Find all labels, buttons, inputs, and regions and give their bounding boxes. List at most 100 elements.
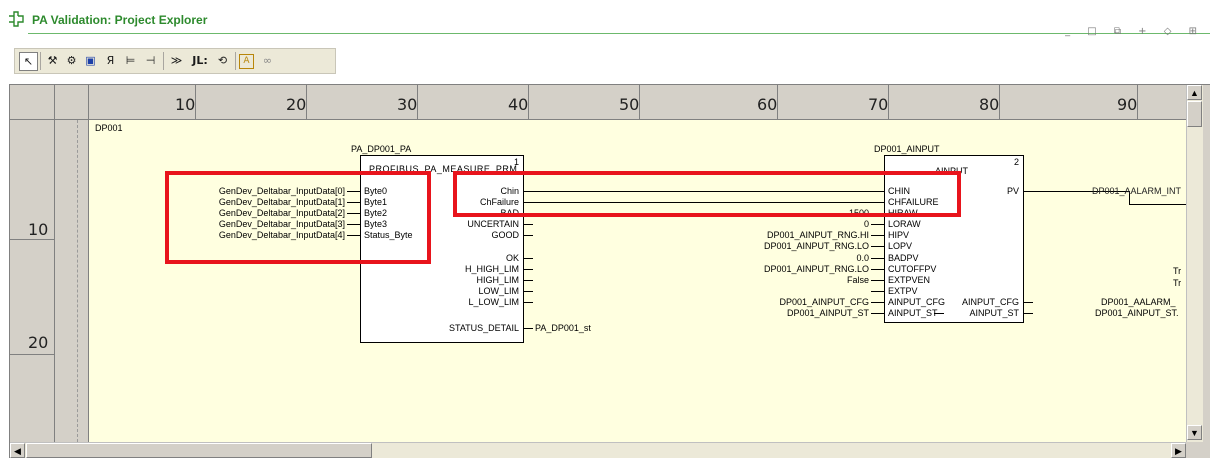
partial-label: Tr	[1173, 266, 1182, 276]
pin-label: LOPV	[888, 241, 913, 251]
variable-icon[interactable]: ⚙	[63, 52, 80, 69]
pin-label: LORAW	[888, 219, 921, 229]
wire	[523, 224, 533, 225]
ruler-tick	[10, 354, 54, 355]
wire	[523, 328, 533, 329]
scroll-left-icon[interactable]: ◀	[10, 443, 25, 458]
select-icon[interactable]: ↖	[19, 52, 38, 71]
pin-label: EXTPVEN	[888, 275, 931, 285]
wire	[523, 302, 533, 303]
highlight-box-inputs	[165, 171, 431, 264]
wire	[523, 269, 533, 270]
block2-instance-name: DP001_AINPUT	[874, 144, 940, 154]
pin-label: GOOD	[491, 230, 519, 240]
ruler-col-label: 50	[619, 95, 640, 114]
cfg-target-variable[interactable]: DP001_AALARM_	[1101, 297, 1176, 307]
scroll-thumb[interactable]	[1187, 101, 1202, 127]
pin-label: H_HIGH_LIM	[464, 264, 519, 274]
input-variable[interactable]: 0	[689, 219, 869, 229]
pin-label: HIPV	[888, 230, 910, 240]
ruler-corner	[55, 85, 89, 120]
wire	[1129, 204, 1186, 205]
wire	[523, 258, 533, 259]
project-explorer-icon	[7, 10, 25, 28]
return-icon[interactable]: ⟲	[214, 52, 231, 69]
ruler-tick	[10, 239, 54, 240]
scroll-right-icon[interactable]: ▶	[1171, 443, 1186, 458]
ruler-col-label: 30	[397, 95, 418, 114]
horizontal-scrollbar[interactable]: ◀ ▶	[10, 442, 1186, 458]
pin-label: CUTOFFPV	[888, 264, 937, 274]
row-gutter	[55, 120, 89, 442]
wire	[871, 258, 885, 259]
pin-label: L_LOW_LIM	[468, 297, 519, 307]
block1-instance-name: PA_DP001_PA	[351, 144, 412, 154]
wire	[1023, 302, 1033, 303]
input-variable[interactable]: DP001_AINPUT_RNG.LO	[689, 264, 869, 274]
scroll-up-icon[interactable]: ▲	[1187, 85, 1202, 100]
ruler-corner	[10, 85, 55, 120]
fbd-canvas[interactable]: DP001 PA_DP001_PA 1 PROFIBUS_PA_MEASURE_…	[89, 120, 1186, 442]
partial-label: Tr	[1173, 278, 1182, 288]
ruler-col-label: 90	[1117, 95, 1138, 114]
highlight-box-chin	[453, 171, 961, 217]
wire	[871, 313, 885, 314]
ruler-col-label: 10	[175, 95, 196, 114]
input-variable[interactable]: DP001_AINPUT_ST	[689, 308, 869, 318]
ruler-col-label: 60	[757, 95, 778, 114]
ruler-col-label: 40	[508, 95, 529, 114]
ruler-col-label: 20	[286, 95, 307, 114]
pin-label: UNCERTAIN	[467, 219, 519, 229]
pin-label: STATUS_DETAIL	[448, 323, 519, 333]
scroll-down-icon[interactable]: ▼	[1187, 425, 1202, 440]
wire	[1023, 313, 1033, 314]
pin-label: AINPUT_CFG	[961, 297, 1019, 307]
block-icon[interactable]: ▣	[82, 52, 99, 69]
ruler-row-label: 20	[28, 333, 49, 352]
wire	[523, 280, 533, 281]
input-variable[interactable]: DP001_AINPUT_RNG.LO	[689, 241, 869, 251]
toolbar-separator	[40, 52, 41, 70]
toolbar-separator	[235, 52, 236, 70]
section-label: DP001	[95, 123, 123, 133]
pv-target-variable[interactable]: DP001_AALARM_INT	[1092, 186, 1181, 196]
wire	[934, 313, 944, 314]
ruler-col-label: 70	[868, 95, 889, 114]
column-ruler: 10 20 30 40 50 60 70 80 90	[89, 85, 1186, 120]
wire	[871, 235, 885, 236]
jump-icon[interactable]: ≫	[168, 52, 185, 69]
input-variable[interactable]: 0.0	[689, 253, 869, 263]
text-icon[interactable]: A	[239, 54, 254, 69]
pin-label: LOW_LIM	[478, 286, 519, 296]
pin-label: OK	[505, 253, 519, 263]
sr-icon[interactable]: Я	[102, 52, 119, 69]
scroll-thumb[interactable]	[26, 443, 372, 458]
connect-icon[interactable]: ⚒	[44, 52, 61, 69]
input-variable[interactable]: False	[689, 275, 869, 285]
gutter-line	[77, 120, 78, 442]
wire	[871, 280, 885, 281]
glasses-icon[interactable]: ∞	[259, 52, 276, 69]
vertical-scrollbar[interactable]: ▲ ▼	[1186, 85, 1203, 442]
input-variable[interactable]: DP001_AINPUT_CFG	[689, 297, 869, 307]
wire	[523, 235, 533, 236]
row-ruler: 10 20	[10, 120, 55, 442]
ruler-row-label: 10	[28, 220, 49, 239]
block-number: 2	[1013, 157, 1019, 167]
window-title: PA Validation: Project Explorer	[32, 13, 208, 27]
input-variable[interactable]: DP001_AINPUT_RNG.HI	[689, 230, 869, 240]
wire	[871, 302, 885, 303]
wire	[871, 224, 885, 225]
contact-icon[interactable]: ⊣	[142, 52, 159, 69]
link-icon[interactable]: ⊨	[122, 52, 139, 69]
wire	[871, 269, 885, 270]
window-controls[interactable]: _ □ ⧉ + ◇ ⊞	[1065, 26, 1204, 37]
toolbar-separator	[163, 52, 164, 70]
label-icon[interactable]: JL:	[189, 52, 211, 69]
wire	[871, 246, 885, 247]
pin-label: BADPV	[888, 253, 919, 263]
ruler-col-label: 80	[979, 95, 1000, 114]
output-variable[interactable]: PA_DP001_st	[535, 323, 591, 333]
wire	[523, 291, 533, 292]
st-target-variable[interactable]: DP001_AINPUT_ST.	[1095, 308, 1179, 318]
